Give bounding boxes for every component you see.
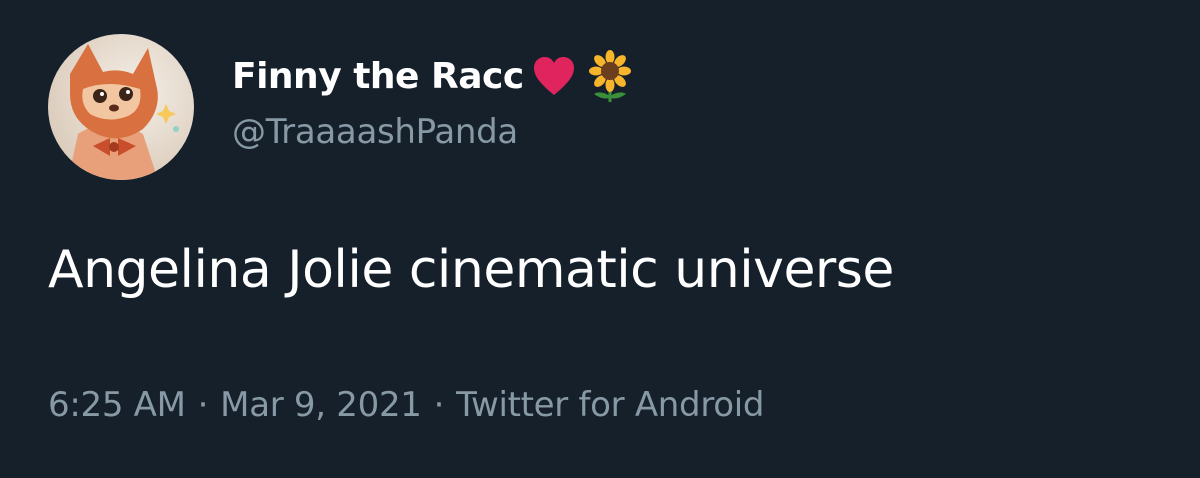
author-block: Finny the Racc @TraaaashPanda bbox=[232, 48, 636, 152]
tweet-time[interactable]: 6:25 AM bbox=[48, 385, 186, 425]
display-name-row[interactable]: Finny the Racc bbox=[232, 48, 636, 104]
tweet-source[interactable]: Twitter for Android bbox=[456, 385, 764, 425]
red-heart-icon bbox=[532, 55, 576, 97]
display-name: Finny the Racc bbox=[232, 55, 524, 97]
user-handle[interactable]: @TraaaashPanda bbox=[232, 112, 636, 152]
meta-separator: · bbox=[433, 385, 445, 425]
avatar[interactable] bbox=[48, 34, 194, 180]
tweet-text: Angelina Jolie cinematic universe bbox=[48, 240, 894, 300]
meta-separator: · bbox=[197, 385, 209, 425]
sunflower-icon bbox=[584, 50, 636, 102]
tweet-meta: 6:25 AM · Mar 9, 2021 · Twitter for Android bbox=[48, 385, 765, 425]
tweet-card: Finny the Racc @TraaaashPanda Angelina J… bbox=[0, 0, 1200, 478]
tweet-date[interactable]: Mar 9, 2021 bbox=[220, 385, 422, 425]
avatar-image bbox=[48, 34, 194, 180]
